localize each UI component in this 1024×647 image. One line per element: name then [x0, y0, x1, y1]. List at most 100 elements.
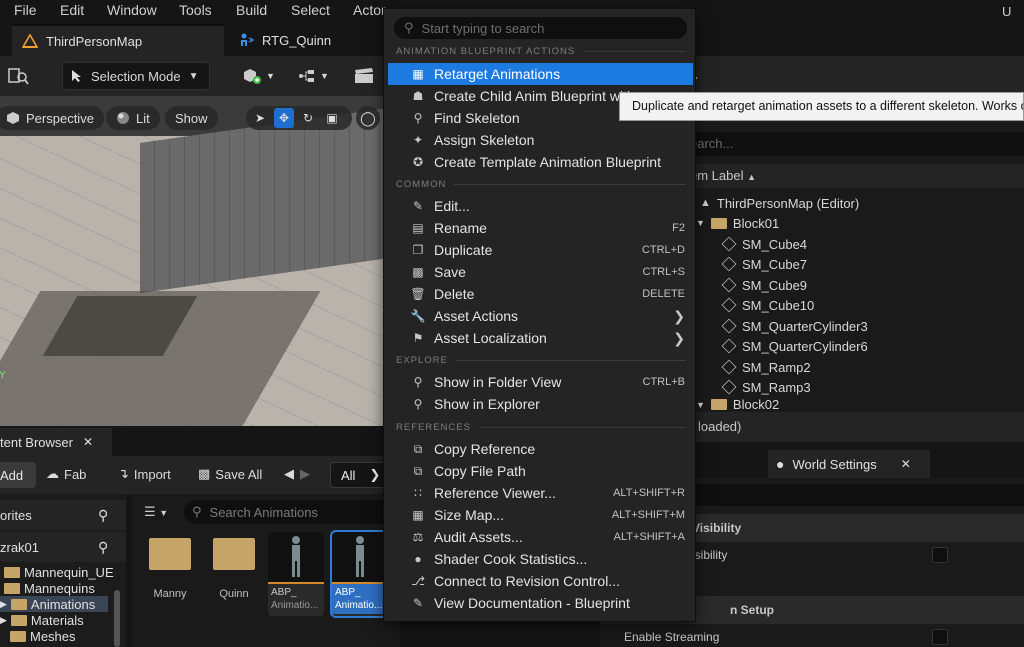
filter-button[interactable]: ☰ ▼ [144, 504, 168, 520]
tree-item[interactable]: Mannequin_UE [4, 564, 114, 580]
visibility-checkbox[interactable] [932, 547, 948, 563]
cinematics-button[interactable] [354, 62, 374, 90]
asset-folder-quinn[interactable]: Quinn [206, 532, 262, 600]
asset-label: Manny [153, 588, 187, 600]
menu-item-asset-localization[interactable]: ⚑ Asset Localization ❯ [388, 327, 693, 349]
static-mesh-icon [721, 359, 737, 375]
lit-button[interactable]: Lit [106, 106, 160, 130]
menu-actor[interactable]: Actor [353, 2, 386, 18]
perspective-button[interactable]: Perspective [0, 106, 104, 130]
menu-item-create-template-anim-blueprint[interactable]: ✪ Create Template Animation Blueprint [388, 151, 693, 173]
tree-item[interactable]: Meshes [10, 628, 76, 644]
tree-item[interactable]: ▶ Materials [0, 612, 84, 628]
menu-item-copy-reference[interactable]: ⧉ Copy Reference [388, 438, 693, 460]
level-viewport[interactable]: Perspective Lit Show ➤ ✥ ↻ ▣ ◯ Y [0, 96, 400, 426]
outliner-row[interactable]: SM_Cube4 [721, 234, 807, 254]
asset-anim-blueprint-selected[interactable]: ABP_ Animatio... [330, 530, 390, 618]
window-control-glyph[interactable]: U [1002, 4, 1011, 19]
shortcut-label: ALT+SHIFT+A [613, 531, 685, 543]
menu-item-connect-revision-control[interactable]: ⎇ Connect to Revision Control... [388, 570, 693, 592]
asset-folder-manny[interactable]: Manny [142, 532, 198, 600]
tree-item[interactable]: Mannequins [4, 580, 95, 596]
menu-search-input[interactable]: ⚲ Start typing to search [394, 17, 687, 39]
search-icon[interactable]: ⚲ [98, 539, 108, 556]
menu-item-delete[interactable]: 🗑 Delete DELETE [388, 283, 693, 305]
world-settings-tab[interactable]: ● World Settings ✕ [768, 450, 930, 478]
add-actor-button[interactable]: ▼ [242, 62, 275, 90]
tab-third-person-map[interactable]: ThirdPersonMap [12, 24, 224, 56]
selection-mode-dropdown[interactable]: Selection Mode ▼ [62, 62, 210, 90]
row-label: SM_Cube7 [742, 256, 808, 272]
outliner-row[interactable]: SM_QuarterCylinder3 [721, 316, 868, 336]
scale-tool-icon[interactable]: ▣ [322, 108, 342, 128]
menu-item-reference-viewer[interactable]: ∷ Reference Viewer... ALT+SHIFT+R [388, 482, 693, 504]
outliner-row[interactable]: SM_Ramp3 [721, 377, 811, 397]
menu-item-audit-assets[interactable]: ⚖ Audit Assets... ALT+SHIFT+A [388, 526, 693, 548]
outliner-row[interactable]: SM_Cube10 [721, 295, 814, 315]
menu-item-show-in-folder-view[interactable]: ⚲ Show in Folder View CTRL+B [388, 371, 693, 393]
axis-y-indicator: Y [0, 370, 6, 381]
project-header[interactable]: zrak01 ⚲ [0, 532, 126, 562]
menu-tools[interactable]: Tools [179, 2, 212, 18]
menu-build[interactable]: Build [236, 2, 267, 18]
asset-anim-blueprint[interactable]: ABP_ Animatio... [268, 532, 324, 616]
menu-item-save[interactable]: ▩ Save CTRL+S [388, 261, 693, 283]
fab-button[interactable]: ☁ Fab [46, 466, 86, 482]
asset-search-input[interactable]: ⚲ Search Animations [184, 500, 400, 524]
menu-item-size-map[interactable]: ▦ Size Map... ALT+SHIFT+M [388, 504, 693, 526]
tab-rtg-quinn[interactable]: RTG_Quinn [228, 24, 341, 56]
menu-item-assign-skeleton[interactable]: ✦ Assign Skeleton [388, 129, 693, 151]
menu-item-rename[interactable]: ▤ Rename F2 [388, 217, 693, 239]
menu-item-label: Create Template Animation Blueprint [434, 154, 661, 170]
shortcut-label: ALT+SHIFT+M [611, 509, 685, 521]
favorites-header[interactable]: orites ⚲ [0, 500, 126, 530]
content-drawer-button[interactable] [8, 62, 30, 90]
outliner-row[interactable]: SM_QuarterCylinder6 [721, 336, 868, 356]
close-icon[interactable]: ✕ [901, 457, 911, 471]
show-button[interactable]: Show [165, 106, 218, 130]
add-button[interactable]: Add [0, 462, 36, 488]
menu-item-copy-file-path[interactable]: ⧉ Copy File Path [388, 460, 693, 482]
tree-item-selected[interactable]: ▶ Animations [0, 596, 108, 612]
content-browser-tab[interactable]: tent Browser ✕ [0, 428, 112, 456]
menu-edit[interactable]: Edit [60, 2, 84, 18]
close-icon[interactable]: ✕ [83, 435, 93, 449]
folder-icon [10, 598, 27, 610]
back-icon[interactable]: ◀ [284, 466, 294, 482]
outliner-row[interactable]: ▲ ThirdPersonMap (Editor) [700, 193, 859, 213]
folder-icon [10, 614, 27, 626]
row-label: SM_QuarterCylinder3 [742, 318, 868, 334]
save-all-button[interactable]: ▩ Save All [198, 466, 262, 482]
import-button[interactable]: ↴ Import [118, 466, 171, 482]
select-tool-icon[interactable]: ➤ [250, 108, 270, 128]
find-icon: ⚲ [413, 111, 423, 125]
outliner-row[interactable]: ▼ Block02 [696, 397, 779, 412]
menu-item-view-documentation[interactable]: ✎ View Documentation - Blueprint [388, 592, 693, 614]
path-dropdown[interactable]: All ❯ [330, 462, 386, 488]
menu-item-show-in-explorer[interactable]: ⚲ Show in Explorer [388, 393, 693, 415]
rotate-tool-icon[interactable]: ↻ [298, 108, 318, 128]
forward-icon[interactable]: ▶ [300, 466, 310, 482]
scrollbar[interactable] [114, 590, 120, 647]
search-placeholder: Search Animations [209, 504, 318, 520]
outliner-row[interactable]: ▼ Block01 [696, 213, 779, 233]
menu-item-shader-cook-statistics[interactable]: ● Shader Cook Statistics... [388, 548, 693, 570]
menu-window[interactable]: Window [107, 2, 157, 18]
world-space-button[interactable]: ◯ [356, 106, 380, 130]
translate-tool-icon[interactable]: ✥ [274, 108, 294, 128]
menu-item-label: Show in Explorer [434, 396, 540, 412]
menu-select[interactable]: Select [291, 2, 330, 18]
search-icon[interactable]: ⚲ [98, 507, 108, 524]
outliner-row[interactable]: SM_Cube7 [721, 254, 808, 274]
enable-streaming-checkbox[interactable] [932, 629, 948, 645]
tab-label: ThirdPersonMap [46, 33, 143, 49]
menu-item-retarget-animations[interactable]: ▦ Retarget Animations [388, 63, 693, 85]
menu-item-asset-actions[interactable]: 🔧 Asset Actions ❯ [388, 305, 693, 327]
outliner-row[interactable]: SM_Cube9 [721, 275, 807, 295]
folder-icon [4, 566, 20, 578]
menu-item-edit[interactable]: ✎ Edit... [388, 195, 693, 217]
menu-file[interactable]: File [14, 2, 37, 18]
menu-item-duplicate[interactable]: ❐ Duplicate CTRL+D [388, 239, 693, 261]
outliner-row[interactable]: SM_Ramp2 [721, 357, 811, 377]
blueprint-button[interactable]: ▼ [298, 62, 329, 90]
